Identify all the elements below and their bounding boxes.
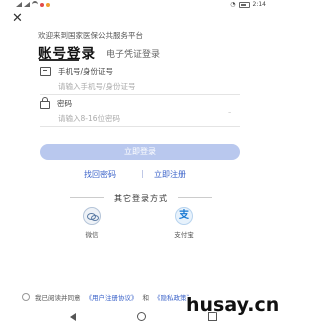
wechat-login-option[interactable]: 微信 [72, 207, 112, 239]
signal-icon [16, 2, 22, 7]
watermark: husay.cn [186, 294, 280, 316]
register-link[interactable]: 立即注册 [154, 169, 186, 180]
login-button[interactable]: 立即登录 [40, 144, 240, 160]
notification-icon [46, 2, 50, 7]
status-time: 2:14 [252, 1, 266, 8]
notification-icon [40, 2, 44, 7]
alipay-label: 支付宝 [174, 231, 194, 239]
status-right: ◔ 2:14 [230, 1, 266, 8]
password-input[interactable] [58, 112, 238, 124]
home-icon[interactable] [137, 312, 146, 321]
wechat-icon [83, 207, 101, 225]
back-icon[interactable] [70, 313, 76, 321]
agreement-radio[interactable] [22, 293, 30, 301]
account-label-text: 手机号/身份证号 [58, 67, 114, 76]
lock-icon [40, 97, 50, 109]
alipay-icon: 支 [175, 207, 193, 225]
battery-icon [238, 1, 250, 8]
other-login-title: 其它登录方式 [114, 194, 168, 203]
wifi-icon [32, 1, 38, 8]
password-divider [40, 126, 240, 127]
close-icon[interactable]: ✕ [12, 12, 23, 25]
id-card-icon [40, 67, 51, 76]
account-input[interactable] [58, 80, 238, 92]
status-left [16, 1, 50, 8]
agreement-prefix: 我已阅读并同意 [35, 294, 81, 302]
active-tab-indicator [39, 59, 79, 61]
status-bar: ◔ 2:14 [0, 0, 282, 10]
tab-e-certificate-login[interactable]: 电子凭证登录 [106, 47, 160, 62]
wechat-label: 微信 [85, 231, 99, 239]
alipay-login-option[interactable]: 支 支付宝 [164, 207, 204, 239]
agreement-conjunction: 和 [142, 294, 150, 302]
signal-icon [24, 2, 30, 7]
other-login-divider-right [178, 197, 212, 198]
alarm-icon: ◔ [230, 1, 236, 8]
account-divider [40, 94, 240, 95]
welcome-text: 欢迎来到国家医保公共服务平台 [38, 31, 143, 40]
account-label: 手机号/身份证号 [40, 66, 113, 77]
agreement-row: 我已阅读并同意 《用户注册协议》 和 《隐私政策》 [22, 292, 193, 302]
password-label: 密码 [40, 97, 72, 109]
user-agreement-link[interactable]: 《用户注册协议》 [86, 292, 138, 302]
link-separator [142, 170, 143, 178]
password-label-text: 密码 [57, 99, 72, 108]
eye-icon[interactable]: ⌣ [228, 110, 231, 116]
forgot-password-link[interactable]: 找回密码 [84, 169, 116, 180]
